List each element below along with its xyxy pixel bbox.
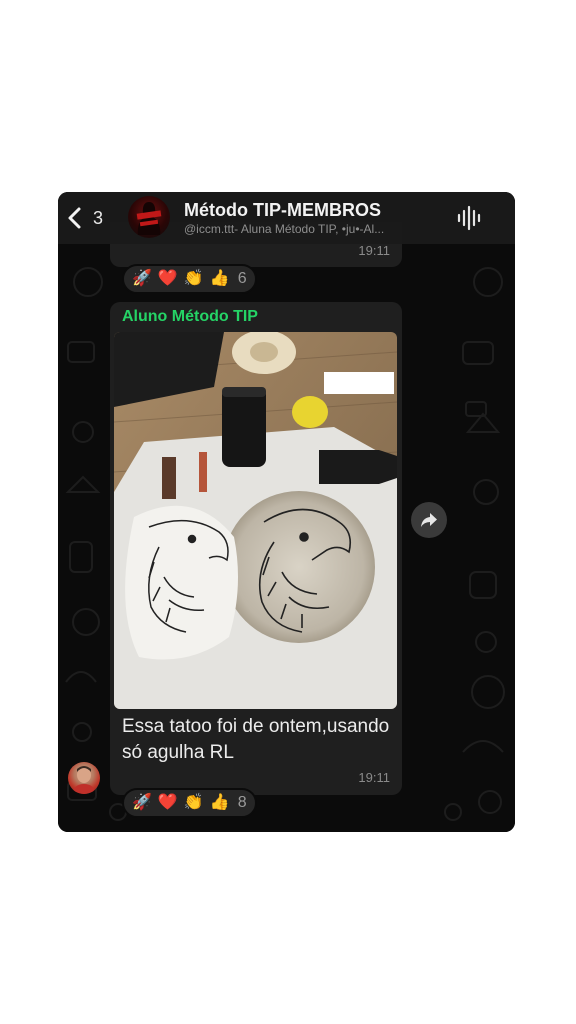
- group-title[interactable]: Método TIP-MEMBROS: [184, 200, 381, 221]
- group-logo-image: [136, 202, 162, 235]
- tattoo-photo-image: [114, 332, 397, 709]
- message-photo[interactable]: [114, 332, 397, 709]
- message-caption: Essa tatoo foi de ontem,usando só agulha…: [122, 716, 390, 763]
- reaction-emoji: 👏: [183, 794, 204, 811]
- reaction-count: 8: [237, 794, 247, 811]
- reaction-emoji: ❤️: [157, 794, 178, 811]
- chat-header: 3 Método TIP-MEMBROS @iccm.ttt- Aluna Mé…: [58, 192, 515, 244]
- sender-photo-image: [72, 766, 96, 794]
- reaction-emoji: 👏: [183, 270, 204, 287]
- chat-screen: 3 Método TIP-MEMBROS @iccm.ttt- Aluna Mé…: [58, 192, 515, 832]
- reaction-emoji: 🚀: [132, 794, 152, 811]
- reaction-count: 6: [237, 270, 247, 287]
- message-sender[interactable]: Aluno Método TIP: [122, 308, 258, 326]
- reaction-emoji: 👍: [209, 270, 230, 287]
- back-button[interactable]: 3: [66, 204, 116, 232]
- group-avatar[interactable]: [128, 196, 170, 238]
- reaction-emoji: 🚀: [132, 270, 152, 287]
- message-time: 19:11: [358, 243, 390, 258]
- chevron-left-icon: [68, 207, 81, 229]
- message-bubble-photo[interactable]: Aluno Método TIP Essa tatoo foi de ontem…: [110, 302, 402, 795]
- forward-button[interactable]: [411, 502, 447, 538]
- group-members-subtitle: @iccm.ttt- Aluna Método TIP, •ju•-Al...: [184, 222, 385, 236]
- message-reactions[interactable]: 🚀 ❤️ 👏 👍 6: [122, 264, 257, 294]
- unread-count: 3: [93, 207, 104, 228]
- reaction-emoji: 👍: [209, 794, 230, 811]
- message-reactions[interactable]: 🚀 ❤️ 👏 👍 8: [122, 788, 257, 818]
- reaction-emoji: ❤️: [157, 270, 178, 287]
- share-arrow-icon: [421, 513, 437, 527]
- message-time: 19:11: [358, 770, 390, 785]
- waveform-icon[interactable]: [456, 205, 482, 231]
- sender-avatar[interactable]: [68, 762, 100, 794]
